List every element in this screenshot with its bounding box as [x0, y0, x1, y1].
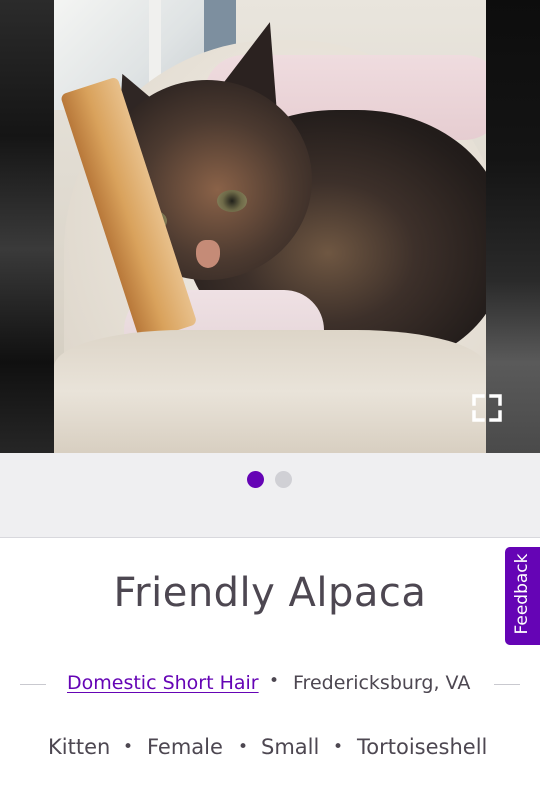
cat-eye-right — [217, 190, 247, 212]
pet-name-heading: Friendly Alpaca — [113, 570, 427, 616]
carousel-dot-1-active[interactable] — [247, 471, 264, 488]
trait-age: Kitten — [48, 735, 111, 759]
separator-dot: • — [238, 737, 249, 757]
carousel-dot-2[interactable] — [275, 471, 292, 488]
separator-dot: • — [123, 737, 134, 757]
pet-traits-row: Kitten • Female • Small • Tortoiseshell — [0, 733, 540, 763]
trait-gender: Female — [147, 735, 223, 759]
expand-fullscreen-icon[interactable] — [470, 392, 504, 424]
pet-photo[interactable] — [54, 0, 486, 453]
divider-right — [494, 684, 520, 685]
divider-left — [20, 684, 46, 685]
trait-coat-color: Tortoiseshell — [357, 735, 488, 759]
cat-bed-fluff — [54, 330, 486, 453]
separator-dot: • — [269, 671, 280, 691]
cat-nose — [196, 240, 220, 268]
photo-carousel[interactable] — [0, 0, 540, 453]
carousel-indicator-band — [0, 453, 540, 538]
previous-photo-peek[interactable] — [0, 0, 54, 453]
trait-size: Small — [261, 735, 320, 759]
feedback-label: Feedback — [512, 553, 532, 635]
feedback-button[interactable]: Feedback — [505, 547, 540, 645]
next-photo-peek[interactable] — [486, 0, 540, 453]
breed-link[interactable]: Domestic Short Hair — [67, 672, 259, 694]
pet-location: Fredericksburg, VA — [293, 672, 471, 694]
separator-dot: • — [333, 737, 344, 757]
pet-breed-location-row: Domestic Short Hair • Fredericksburg, VA — [0, 670, 540, 700]
